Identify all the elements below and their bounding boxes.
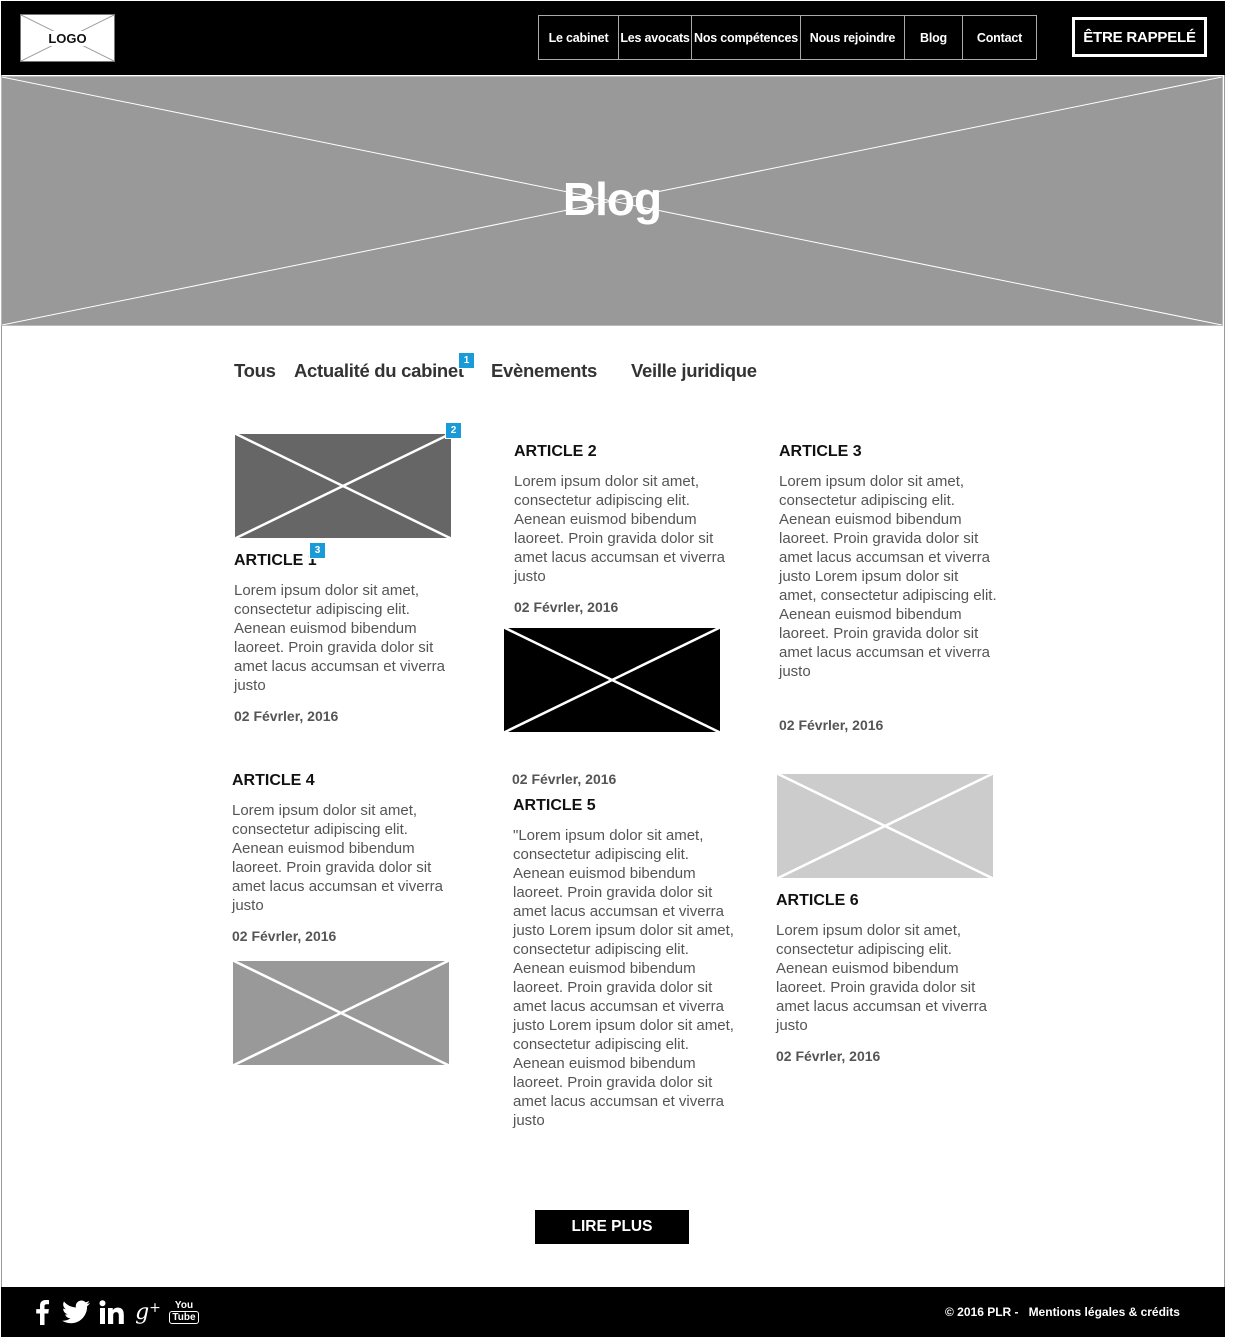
article-4-excerpt: Lorem ipsum dolor sit amet, consectetur … [232,802,443,914]
article-3-title[interactable]: ARTICLE 3 [779,443,862,461]
logo-text: LOGO [46,30,89,46]
annotation-badge: 1 [458,352,475,369]
article-2-excerpt: Lorem ipsum dolor sit amet, consectetur … [514,473,725,585]
article-1-title[interactable]: ARTICLE 1 [234,552,317,570]
twitter-icon[interactable] [61,1298,91,1326]
read-more-button[interactable]: LIRE PLUS [535,1210,689,1244]
tab-evenements[interactable]: Evènements [491,360,597,382]
logo[interactable]: LOGO [20,14,115,62]
nav-item-le-cabinet[interactable]: Le cabinet [539,16,619,59]
article-6-image[interactable] [776,773,994,879]
tab-veille-juridique[interactable]: Veille juridique [631,360,757,382]
article-1-excerpt: Lorem ipsum dolor sit amet, consectetur … [234,582,445,694]
article-2-date: 02 Févrler, 2016 [514,599,619,615]
copyright: © 2016 PLR - Mentions légales & crédits [945,1305,1180,1319]
site-footer: g + You Tube © 2016 PLR - Mentions légale… [1,1287,1225,1337]
article-6-excerpt: Lorem ipsum dolor sit amet, consectetur … [776,922,987,1034]
tab-tous[interactable]: Tous [234,360,276,382]
article-6-date: 02 Févrler, 2016 [776,1048,881,1064]
article-5-title[interactable]: ARTICLE 5 [513,797,596,815]
article-4-date: 02 Févrler, 2016 [232,928,337,944]
article-4-image[interactable] [232,960,450,1066]
annotation-badge: 3 [309,542,326,559]
article-2-title[interactable]: ARTICLE 2 [514,443,597,461]
article-2-image[interactable] [503,627,721,733]
nav-item-blog[interactable]: Blog [905,16,963,59]
legal-link[interactable]: Mentions légales & crédits [1029,1305,1180,1319]
hero-banner: Blog [1,76,1223,326]
article-5-date: 02 Févrler, 2016 [512,771,617,787]
youtube-icon[interactable]: You Tube [169,1298,199,1326]
linkedin-icon[interactable] [97,1298,127,1326]
annotation-badge: 2 [445,422,462,439]
article-1-image[interactable] [234,433,452,539]
copyright-text: © 2016 PLR - [945,1305,1019,1319]
article-3-excerpt: Lorem ipsum dolor sit amet, consectetur … [779,473,997,680]
article-1-date: 02 Févrler, 2016 [234,708,339,724]
nav-item-contact[interactable]: Contact [963,16,1036,59]
page-title: Blog [562,173,662,225]
article-5-excerpt: "Lorem ipsum dolor sit amet, consectetur… [513,827,734,1129]
nav-item-les-avocats[interactable]: Les avocats [619,16,692,59]
article-6-title[interactable]: ARTICLE 6 [776,892,859,910]
tab-actualite-du-cabinet[interactable]: Actualité du cabinet [294,360,464,382]
google-plus-icon[interactable]: g + [134,1298,162,1326]
nav-item-nos-competences[interactable]: Nos compétences [692,16,801,59]
callback-button[interactable]: ÊTRE RAPPELÉ [1072,17,1207,57]
facebook-icon[interactable] [32,1298,52,1326]
nav-item-nous-rejoindre[interactable]: Nous rejoindre [801,16,905,59]
main-nav: Le cabinet Les avocats Nos compétences N… [538,15,1037,60]
article-3-date: 02 Févrler, 2016 [779,717,884,733]
site-header: LOGO Le cabinet Les avocats Nos compéten… [1,1,1225,75]
article-4-title[interactable]: ARTICLE 4 [232,772,315,790]
